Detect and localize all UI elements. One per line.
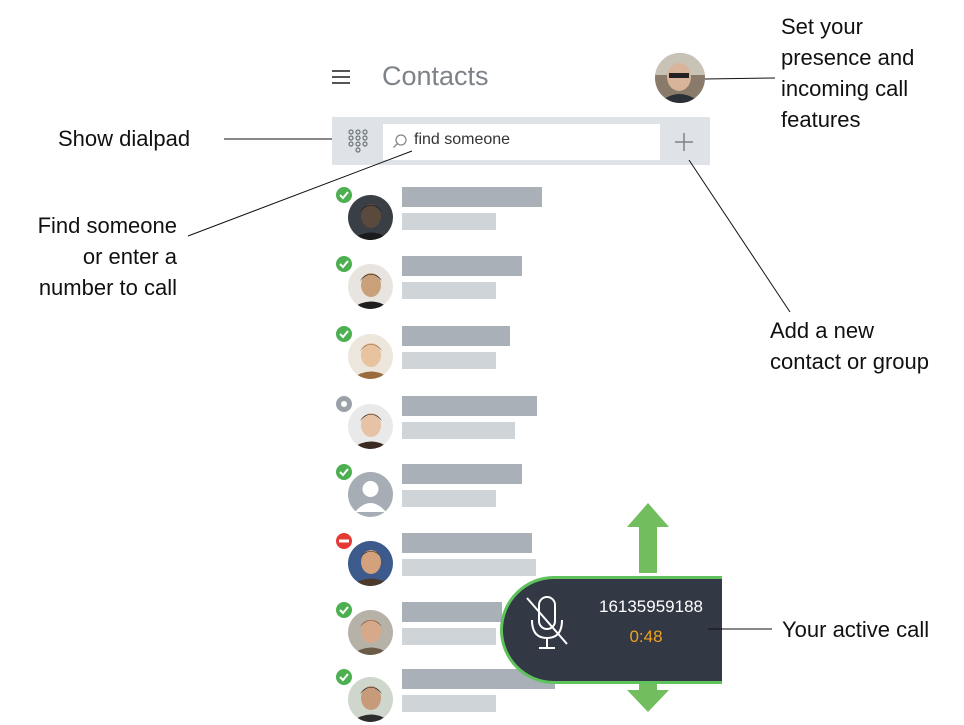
presence-away-icon (334, 394, 354, 414)
annotation-add-line: contact or group (770, 349, 929, 374)
presence-busy-icon (334, 531, 354, 551)
contact-name-placeholder (402, 533, 532, 553)
contact-status-placeholder (402, 352, 496, 369)
annotation-add-line: Add a new (770, 318, 874, 343)
presence-available-icon (334, 324, 354, 344)
search-icon (392, 133, 408, 149)
search-placeholder: find someone (414, 131, 511, 148)
annotation-presence-line: features (781, 107, 861, 132)
hamburger-menu-icon[interactable] (332, 68, 352, 86)
contact-name-placeholder (402, 256, 522, 276)
annotation-presence-line: presence and (781, 45, 915, 70)
contact-status-placeholder (402, 282, 496, 299)
presence-available-icon (334, 462, 354, 482)
annotation-presence-line: incoming call (781, 76, 909, 101)
annotation-find-line: or enter a (82, 244, 177, 269)
contact-name-placeholder (402, 187, 542, 207)
contact-row[interactable] (332, 460, 572, 520)
contact-avatar (348, 195, 393, 240)
presence-available-icon (334, 667, 354, 687)
contact-status-placeholder (402, 213, 496, 230)
presence-available-icon (334, 185, 354, 205)
contact-row[interactable] (332, 183, 572, 243)
annotation-presence-line: Set your (781, 14, 863, 39)
page-title: Contacts (382, 61, 489, 91)
plus-icon[interactable] (672, 130, 696, 154)
presence-available-icon (334, 600, 354, 620)
contact-status-placeholder (402, 559, 536, 576)
presence-available-icon (334, 254, 354, 274)
contact-name-placeholder (402, 396, 537, 416)
contact-name-placeholder (402, 326, 510, 346)
contact-row[interactable] (332, 322, 572, 382)
contact-avatar (348, 610, 393, 655)
call-timer: 0:48 (629, 627, 663, 646)
contact-avatar (348, 334, 393, 379)
annotation-find-line: Find someone (37, 213, 177, 238)
annotation-call: Your active call (782, 617, 930, 642)
annotation-add: Add a new contact or group (770, 315, 929, 377)
contact-name-placeholder (402, 602, 502, 622)
contact-avatar (348, 472, 393, 517)
contact-status-placeholder (402, 490, 496, 507)
annotation-find-line: number to call (38, 275, 177, 300)
annotation-presence: Set your presence and incoming call feat… (781, 11, 914, 135)
mic-muted-icon[interactable] (523, 594, 573, 654)
contact-status-placeholder (402, 422, 515, 439)
contact-avatar (348, 677, 393, 722)
contact-avatar (348, 264, 393, 309)
contact-status-placeholder (402, 628, 496, 645)
contact-name-placeholder (402, 464, 522, 484)
contact-avatar (348, 541, 393, 586)
contact-avatar (348, 404, 393, 449)
arrow-up-icon[interactable] (625, 503, 671, 573)
annotation-find: Find someone or enter a number to call (38, 210, 177, 303)
annotation-dialpad: Show dialpad (58, 126, 191, 151)
dialpad-icon[interactable] (345, 128, 371, 154)
my-avatar[interactable] (655, 53, 705, 103)
call-number: 16135959188 (598, 597, 703, 616)
contact-status-placeholder (402, 695, 496, 712)
contact-row[interactable] (332, 252, 572, 312)
contact-row[interactable] (332, 392, 572, 452)
